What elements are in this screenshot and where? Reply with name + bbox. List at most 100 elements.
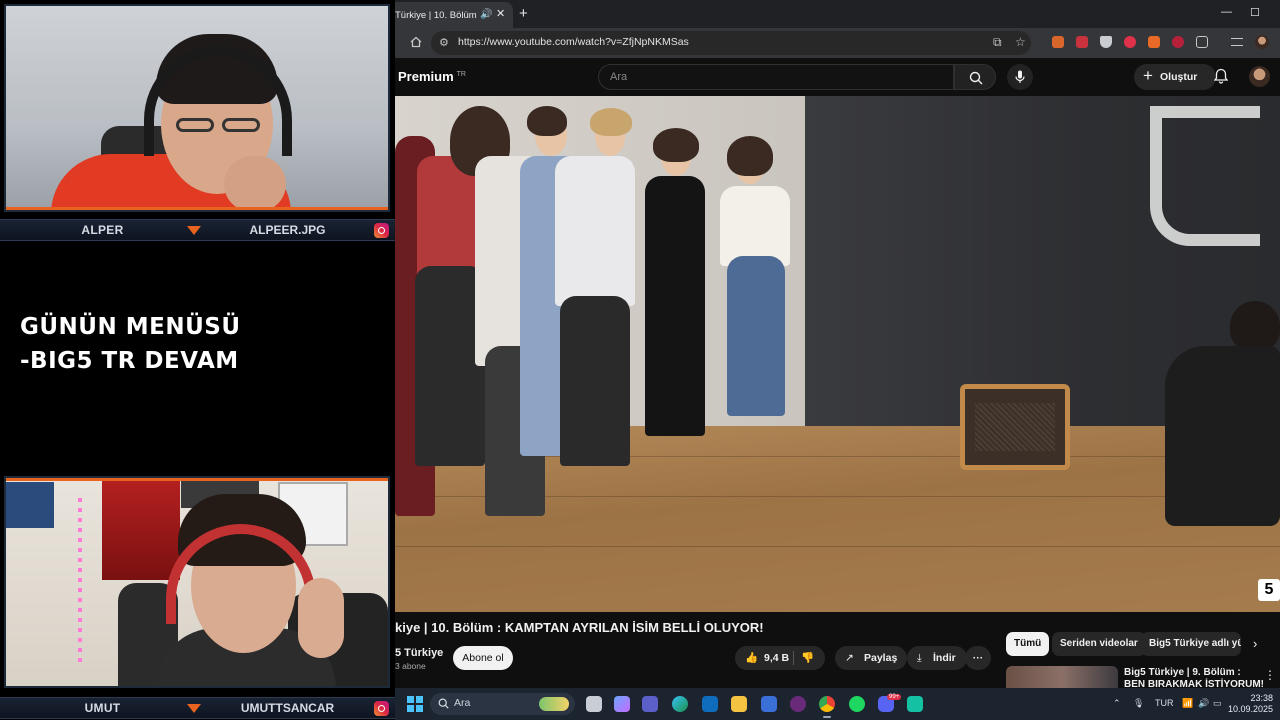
account-avatar[interactable] xyxy=(1249,66,1270,87)
divider xyxy=(793,651,794,665)
shield-icon[interactable] xyxy=(1100,36,1112,48)
app-icon[interactable] xyxy=(907,696,923,712)
nameplate-top: ALPER ALPEER.JPG xyxy=(0,219,395,241)
led-strip xyxy=(78,498,82,668)
start-tile xyxy=(416,696,423,703)
copilot-icon[interactable] xyxy=(614,696,630,712)
taskbar-search[interactable]: Ara xyxy=(430,693,575,715)
extension-icon[interactable] xyxy=(1172,36,1184,48)
person-hair xyxy=(1230,301,1280,351)
system-clock[interactable]: 23:38 10.09.2025 xyxy=(1225,693,1273,715)
site-info-icon[interactable]: ⚙ xyxy=(439,36,449,49)
home-icon[interactable] xyxy=(410,36,422,48)
video-player[interactable]: 5 xyxy=(395,96,1280,612)
taskbar-search-placeholder: Ara xyxy=(454,697,471,709)
chip-channel-uploads[interactable]: Big5 Türkiye adlı yükl xyxy=(1141,632,1241,656)
close-tab-icon[interactable]: ✕ xyxy=(496,7,505,20)
hand xyxy=(298,578,344,658)
create-label: Oluştur xyxy=(1160,71,1198,83)
person-hair xyxy=(727,136,773,176)
download-icon: ⤓ xyxy=(917,652,922,664)
teams-icon[interactable] xyxy=(642,696,658,712)
youtube-header: Premium TR Ara + Oluştur xyxy=(395,58,1280,96)
create-button[interactable]: + Oluştur xyxy=(1134,64,1216,90)
menu-text: GÜNÜN MENÜSÜ -BIG5 TR DEVAM xyxy=(20,310,241,378)
download-button[interactable]: ⤓ İndir xyxy=(907,646,967,670)
microphone-icon xyxy=(1015,70,1025,83)
extension-icon[interactable] xyxy=(1124,36,1136,48)
like-icon[interactable]: 👍 xyxy=(745,646,758,670)
url-text[interactable]: https://www.youtube.com/watch?v=ZfjNpNKM… xyxy=(458,36,689,48)
share-button[interactable]: ↗ Paylaş xyxy=(835,646,907,670)
more-vertical-icon[interactable]: ⋮ xyxy=(1264,668,1276,682)
extension-icon[interactable] xyxy=(1148,36,1160,48)
minimize-button[interactable]: — xyxy=(1221,6,1232,18)
volume-icon[interactable]: 🔊 xyxy=(1198,698,1209,709)
wall-logo xyxy=(1150,106,1260,246)
keyboard-language[interactable]: TUR xyxy=(1155,698,1174,708)
channel-watermark[interactable]: 5 xyxy=(1258,579,1280,601)
like-count[interactable]: 9,4 B xyxy=(764,646,789,670)
chevron-up-icon[interactable]: ⌃ xyxy=(1113,698,1121,709)
windows-start-icon[interactable] xyxy=(407,696,423,712)
task-view-icon[interactable] xyxy=(586,696,602,712)
puzzle-icon[interactable] xyxy=(1196,36,1208,48)
extension-icon[interactable] xyxy=(1076,36,1088,48)
search-input[interactable]: Ara xyxy=(598,64,954,90)
menu-line-2: -BIG5 TR DEVAM xyxy=(20,348,239,374)
recommendation-title[interactable]: Big5 Türkiye | 9. Bölüm : BEN BIRAKMAK İ… xyxy=(1124,667,1264,688)
profile-avatar[interactable] xyxy=(1255,35,1269,49)
instagram-icon xyxy=(374,223,389,238)
wifi-icon[interactable]: 📶 xyxy=(1182,698,1193,709)
instagram-handle: UMUTTSANCAR xyxy=(240,701,335,715)
file-explorer-icon[interactable] xyxy=(731,696,747,712)
menu-line-1: GÜNÜN MENÜSÜ xyxy=(20,314,241,340)
reading-list-icon[interactable] xyxy=(1231,38,1243,46)
tab-youtube[interactable]: Türkiye | 10. Bölüm : K 🔊 ✕ xyxy=(395,2,513,28)
more-actions-button[interactable]: ··· xyxy=(965,646,991,670)
subscribe-button[interactable]: Abone ol xyxy=(453,646,513,670)
logo-region: TR xyxy=(456,70,466,78)
nameplate-bottom: UMUT UMUTTSANCAR xyxy=(0,697,395,719)
chevron-right-icon[interactable]: › xyxy=(1253,636,1257,651)
chrome-icon[interactable] xyxy=(819,696,835,712)
share-label: Paylaş xyxy=(864,652,898,664)
spotify-icon[interactable] xyxy=(849,696,865,712)
edge-icon[interactable] xyxy=(672,696,688,712)
search-button[interactable] xyxy=(954,64,996,90)
notifications-bell-icon[interactable] xyxy=(1214,68,1228,84)
person-hair xyxy=(653,128,699,162)
outlook-icon[interactable] xyxy=(702,696,718,712)
new-tab-button[interactable]: + xyxy=(519,5,528,22)
streamer-name: ALPER xyxy=(81,223,124,237)
store-icon[interactable] xyxy=(761,696,777,712)
recommendation-thumbnail[interactable] xyxy=(1006,666,1118,688)
webcam-bottom xyxy=(4,476,390,688)
poster-left xyxy=(6,482,54,528)
chip-all[interactable]: Tümü xyxy=(1006,632,1050,656)
channel-name[interactable]: 5 Türkiye xyxy=(395,647,443,659)
app-icon[interactable] xyxy=(790,696,806,712)
browser-window: Türkiye | 10. Bölüm : K 🔊 ✕ + — ☐ ⚙ http… xyxy=(395,0,1280,688)
install-icon[interactable]: ⧉ xyxy=(993,35,1002,50)
streamer-name: UMUT xyxy=(84,701,121,715)
football-poster xyxy=(102,480,180,580)
person xyxy=(720,186,790,266)
chip-series[interactable]: Seriden videolar xyxy=(1052,632,1146,656)
youtube-logo[interactable]: Premium TR xyxy=(398,69,466,84)
voice-search-button[interactable] xyxy=(1007,64,1033,90)
address-bar[interactable]: ⚙ https://www.youtube.com/watch?v=ZfjNpN… xyxy=(431,31,1031,55)
extension-icon[interactable] xyxy=(1052,36,1064,48)
maximize-button[interactable]: ☐ xyxy=(1250,6,1260,19)
microphone-icon[interactable]: 🎙 xyxy=(1133,698,1144,709)
webcam-top xyxy=(4,4,390,212)
battery-icon[interactable]: ▭ xyxy=(1213,698,1222,709)
guitar-amplifier xyxy=(960,384,1070,470)
tab-title: Türkiye | 10. Bölüm : K xyxy=(395,9,477,21)
clock-date: 10.09.2025 xyxy=(1227,704,1273,714)
clock-time: 23:38 xyxy=(1250,693,1273,703)
speaker-icon[interactable]: 🔊 xyxy=(480,9,492,20)
bookmark-star-icon[interactable]: ☆ xyxy=(1015,35,1026,49)
search-icon xyxy=(438,698,449,709)
dislike-icon[interactable]: 👎 xyxy=(801,646,814,670)
